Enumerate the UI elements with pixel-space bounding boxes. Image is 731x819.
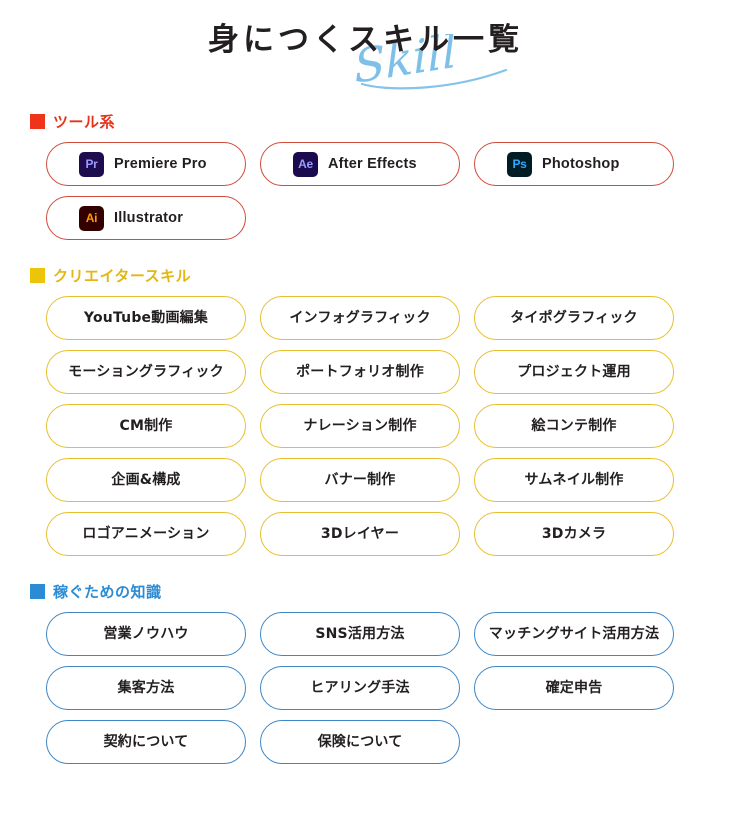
skill-pill[interactable]: 3Dレイヤー (260, 512, 460, 556)
skill-pill[interactable]: Ps Photoshop (474, 142, 674, 186)
pill-grid-knowledge: 営業ノウハウ SNS活用方法 マッチングサイト活用方法集客方法 ヒアリング手法 確定申告… (0, 612, 731, 764)
skill-pill-label: Premiere Pro (114, 155, 207, 172)
skill-pill[interactable]: ポートフォリオ制作 (260, 350, 460, 394)
skill-pill[interactable]: プロジェクト運用 (474, 350, 674, 394)
skill-pill-label: サムネイル制作 (524, 472, 624, 488)
skill-pill[interactable]: SNS活用方法 (260, 612, 460, 656)
page-title-block: 身につくスキル一覧 Skill (0, 0, 731, 100)
section-title-text: 稼ぐための知識 (53, 582, 162, 601)
skill-pill-label: 営業ノウハウ (103, 626, 189, 642)
section-tools: ツール系 Pr Premiere Pro Ae After Effects Ps Photo… (0, 106, 731, 254)
skill-pill-label: 保険について (317, 734, 403, 750)
skill-pill-label: 企画&構成 (111, 472, 181, 488)
skill-pill-label: 3Dカメラ (541, 526, 607, 542)
section-heading-tools: ツール系 (0, 106, 731, 136)
section-heading-knowledge: 稼ぐための知識 (0, 576, 731, 606)
skill-pill[interactable]: バナー制作 (260, 458, 460, 502)
skill-pill-label: YouTube動画編集 (83, 310, 209, 326)
square-bullet-icon (30, 267, 45, 283)
skill-pill-label: 3Dレイヤー (320, 526, 400, 542)
skill-pill-label: 確定申告 (545, 680, 603, 696)
skill-pill[interactable]: ロゴアニメーション (46, 512, 246, 556)
skill-pill[interactable]: ナレーション制作 (260, 404, 460, 448)
square-bullet-icon (30, 583, 45, 599)
sections-container: ツール系 Pr Premiere Pro Ae After Effects Ps Photo… (0, 106, 731, 778)
skill-pill[interactable]: Ae After Effects (260, 142, 460, 186)
skill-pill[interactable]: 企画&構成 (46, 458, 246, 502)
skill-pill[interactable]: インフォグラフィック (260, 296, 460, 340)
skill-pill-label: ヒアリング手法 (310, 680, 410, 696)
pill-grid-creator: YouTube動画編集 インフォグラフィック タイポグラフィックモーショングラフィッ… (0, 296, 731, 556)
skill-pill-label: SNS活用方法 (315, 626, 405, 642)
skill-pill-label: ナレーション制作 (303, 418, 417, 434)
skill-pill[interactable]: 契約について (46, 720, 246, 764)
skill-pill[interactable]: タイポグラフィック (474, 296, 674, 340)
skill-pill-label: Photoshop (542, 155, 620, 172)
skill-pill-label: ロゴアニメーション (82, 526, 210, 542)
section-title-text: クリエイタースキル (53, 266, 192, 285)
section-knowledge: 稼ぐための知識営業ノウハウ SNS活用方法 マッチングサイト活用方法集客方法 ヒアリン… (0, 576, 731, 778)
skill-pill[interactable]: Pr Premiere Pro (46, 142, 246, 186)
skill-pill-label: After Effects (328, 155, 417, 172)
skill-pill[interactable]: 集客方法 (46, 666, 246, 710)
skill-pill[interactable]: マッチングサイト活用方法 (474, 612, 674, 656)
skill-pill-label: プロジェクト運用 (517, 364, 631, 380)
illustrator-icon: Ai (79, 205, 104, 231)
skill-pill-label: 契約について (103, 734, 189, 750)
skill-pill[interactable]: 営業ノウハウ (46, 612, 246, 656)
skill-pill[interactable]: CM制作 (46, 404, 246, 448)
skill-pill-label: バナー制作 (324, 472, 396, 488)
skill-pill-label: CM制作 (119, 418, 173, 434)
section-title-text: ツール系 (53, 112, 116, 131)
section-heading-creator: クリエイタースキル (0, 260, 731, 290)
square-bullet-icon (30, 113, 45, 129)
photoshop-icon: Ps (507, 151, 532, 177)
skill-pill-label: マッチングサイト活用方法 (488, 626, 660, 642)
skill-pill-label: 絵コンテ制作 (531, 418, 617, 434)
skill-pill-label: ポートフォリオ制作 (296, 364, 424, 380)
skill-pill[interactable]: サムネイル制作 (474, 458, 674, 502)
skill-pill[interactable]: Ai Illustrator (46, 196, 246, 240)
skill-pill[interactable]: ヒアリング手法 (260, 666, 460, 710)
pill-grid-tools: Pr Premiere Pro Ae After Effects Ps Photoshop… (0, 142, 731, 240)
skill-pill-label: モーショングラフィック (68, 364, 224, 380)
skill-pill-label: 集客方法 (117, 680, 175, 696)
skill-pill[interactable]: YouTube動画編集 (46, 296, 246, 340)
skill-pill-label: タイポグラフィック (510, 310, 638, 326)
skill-pill[interactable]: 保険について (260, 720, 460, 764)
skill-pill-label: Illustrator (114, 209, 184, 226)
after-effects-icon: Ae (293, 151, 318, 177)
skill-pill[interactable]: 絵コンテ制作 (474, 404, 674, 448)
premiere-pro-icon: Pr (79, 151, 104, 177)
section-creator: クリエイタースキル YouTube動画編集 インフォグラフィック タイポグラフィックモ… (0, 260, 731, 570)
skill-pill[interactable]: 確定申告 (474, 666, 674, 710)
skill-pill-label: インフォグラフィック (289, 310, 431, 326)
skill-pill[interactable]: 3Dカメラ (474, 512, 674, 556)
skill-pill[interactable]: モーショングラフィック (46, 350, 246, 394)
page-title: 身につくスキル一覧 (208, 22, 523, 58)
